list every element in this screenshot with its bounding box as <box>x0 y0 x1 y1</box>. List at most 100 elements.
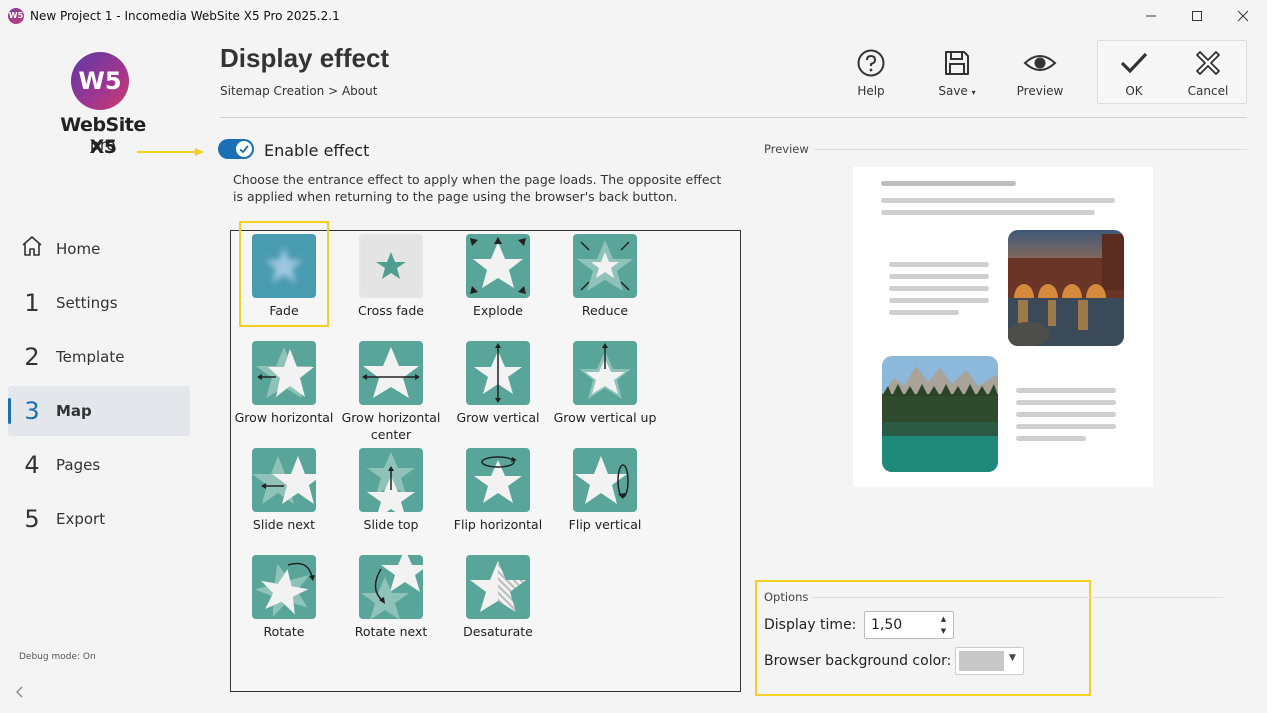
bg-color-picker[interactable]: ▼ <box>955 647 1024 675</box>
effect-label: Grow horizontal center <box>341 410 441 442</box>
effect-label: Flip horizontal <box>453 517 543 532</box>
desaturate-effect-icon <box>466 555 530 619</box>
flip-horizontal-effect-icon <box>466 448 530 512</box>
preview-text-bar <box>1016 412 1116 417</box>
title-bar: W5 New Project 1 - Incomedia WebSite X5 … <box>0 0 1267 32</box>
rotate-effect-icon <box>252 555 316 619</box>
help-button[interactable]: Help <box>836 46 906 98</box>
sidebar-item-label: Map <box>56 402 92 420</box>
chevron-down-icon: ▼ <box>1009 653 1016 663</box>
sidebar-item-home[interactable]: Home <box>8 224 190 274</box>
preview-text-bar <box>1016 436 1086 441</box>
effect-label: Grow vertical <box>456 410 540 425</box>
save-button[interactable]: Save ▾ <box>922 46 992 98</box>
options-section-label: Options <box>764 590 809 604</box>
check-icon <box>239 145 249 154</box>
preview-text-bar <box>889 262 989 267</box>
check-icon <box>1099 46 1169 80</box>
effect-flip-vertical[interactable]: Flip vertical <box>555 445 655 545</box>
eye-icon <box>1005 46 1075 80</box>
close-window-button[interactable] <box>1220 0 1266 32</box>
sidebar-item-map[interactable]: 3 Map <box>8 386 190 436</box>
effect-slide-next[interactable]: Slide next <box>234 445 334 545</box>
preview-section-label: Preview <box>764 142 809 156</box>
preview-text-bar <box>889 298 989 303</box>
app-logo: W5 WebSite X5 pro <box>53 52 153 158</box>
sidebar-item-label: Pages <box>56 456 101 474</box>
preview-text-bar <box>1016 388 1116 393</box>
grow-vertical-effect-icon <box>466 341 530 405</box>
effect-label: Explode <box>473 303 523 318</box>
effect-grow-horizontal-center[interactable]: Grow horizontal center <box>341 338 441 442</box>
preview-button[interactable]: Preview <box>1005 46 1075 98</box>
step-number: 1 <box>24 289 40 317</box>
preview-text-bar <box>1016 424 1116 429</box>
ok-button[interactable]: OK <box>1099 46 1169 98</box>
step-number: 2 <box>24 343 40 371</box>
effect-slide-top[interactable]: Slide top <box>341 445 441 545</box>
bridge-photo-image <box>1008 230 1124 346</box>
flip-vertical-effect-icon <box>573 448 637 512</box>
grow-horizontal-effect-icon <box>252 341 316 405</box>
cancel-button[interactable]: Cancel <box>1173 46 1243 98</box>
selected-effect-highlight <box>239 221 329 327</box>
grow-horizontal-center-effect-icon <box>359 341 423 405</box>
effect-label: Desaturate <box>463 624 533 639</box>
sidebar-item-label: Template <box>56 348 125 366</box>
chevron-down-icon[interactable]: ▼ <box>935 625 952 637</box>
collapse-sidebar-button[interactable] <box>16 686 24 702</box>
display-time-stepper[interactable]: ▲ ▼ <box>935 613 952 637</box>
sidebar-item-label: Export <box>56 510 106 528</box>
active-indicator <box>8 398 11 424</box>
help-label: Help <box>857 84 885 98</box>
effect-grow-vertical-up[interactable]: Grow vertical up <box>554 338 656 438</box>
effect-grow-vertical[interactable]: Grow vertical <box>448 338 548 438</box>
effect-rotate-next[interactable]: Rotate next <box>341 552 441 652</box>
maximize-button[interactable] <box>1174 0 1220 32</box>
slide-next-effect-icon <box>252 448 316 512</box>
effect-label: Rotate next <box>354 624 428 639</box>
cancel-x-icon <box>1173 46 1243 80</box>
effect-reduce[interactable]: Reduce <box>555 231 655 331</box>
minimize-button[interactable] <box>1128 0 1174 32</box>
effect-grow-horizontal[interactable]: Grow horizontal <box>234 338 334 438</box>
page-preview <box>853 167 1153 487</box>
slide-top-effect-icon <box>359 448 423 512</box>
rotate-next-effect-icon <box>359 555 423 619</box>
reduce-effect-icon <box>573 234 637 298</box>
preview-text-bar <box>881 198 1115 203</box>
effect-desaturate[interactable]: Desaturate <box>448 552 548 652</box>
explode-effect-icon <box>466 234 530 298</box>
sidebar-item-label: Settings <box>56 294 118 312</box>
app-icon: W5 <box>8 8 24 24</box>
effect-cross-fade[interactable]: Cross fade <box>341 231 441 331</box>
window-title: New Project 1 - Incomedia WebSite X5 Pro… <box>30 9 340 23</box>
enable-effect-toggle[interactable] <box>218 139 254 159</box>
cross-fade-effect-icon <box>359 234 423 298</box>
close-icon <box>1237 10 1249 22</box>
help-icon <box>836 46 906 80</box>
effect-rotate[interactable]: Rotate <box>234 552 334 652</box>
preview-text-bar <box>881 210 1095 215</box>
sidebar-item-export[interactable]: 5 Export <box>8 494 190 544</box>
chevron-up-icon[interactable]: ▲ <box>935 613 952 625</box>
step-number: 4 <box>24 451 40 479</box>
preview-label: Preview <box>1016 84 1064 98</box>
sidebar-item-template[interactable]: 2 Template <box>8 332 190 382</box>
sidebar-item-pages[interactable]: 4 Pages <box>8 440 190 490</box>
effect-explode[interactable]: Explode <box>448 231 548 331</box>
home-icon <box>8 234 56 264</box>
save-label: Save ▾ <box>922 84 992 98</box>
sidebar-item-settings[interactable]: 1 Settings <box>8 278 190 328</box>
maximize-icon <box>1192 11 1202 21</box>
color-swatch <box>959 651 1004 671</box>
effect-flip-horizontal[interactable]: Flip horizontal <box>448 445 548 545</box>
save-icon <box>922 46 992 80</box>
step-number: 5 <box>24 505 40 533</box>
step-number: 3 <box>24 397 40 425</box>
sidebar-item-label: Home <box>56 240 101 258</box>
effect-label: Grow horizontal <box>234 410 334 425</box>
chevron-down-icon: ▾ <box>971 88 976 97</box>
page-title: Display effect <box>220 43 390 73</box>
minimize-icon <box>1146 15 1156 17</box>
